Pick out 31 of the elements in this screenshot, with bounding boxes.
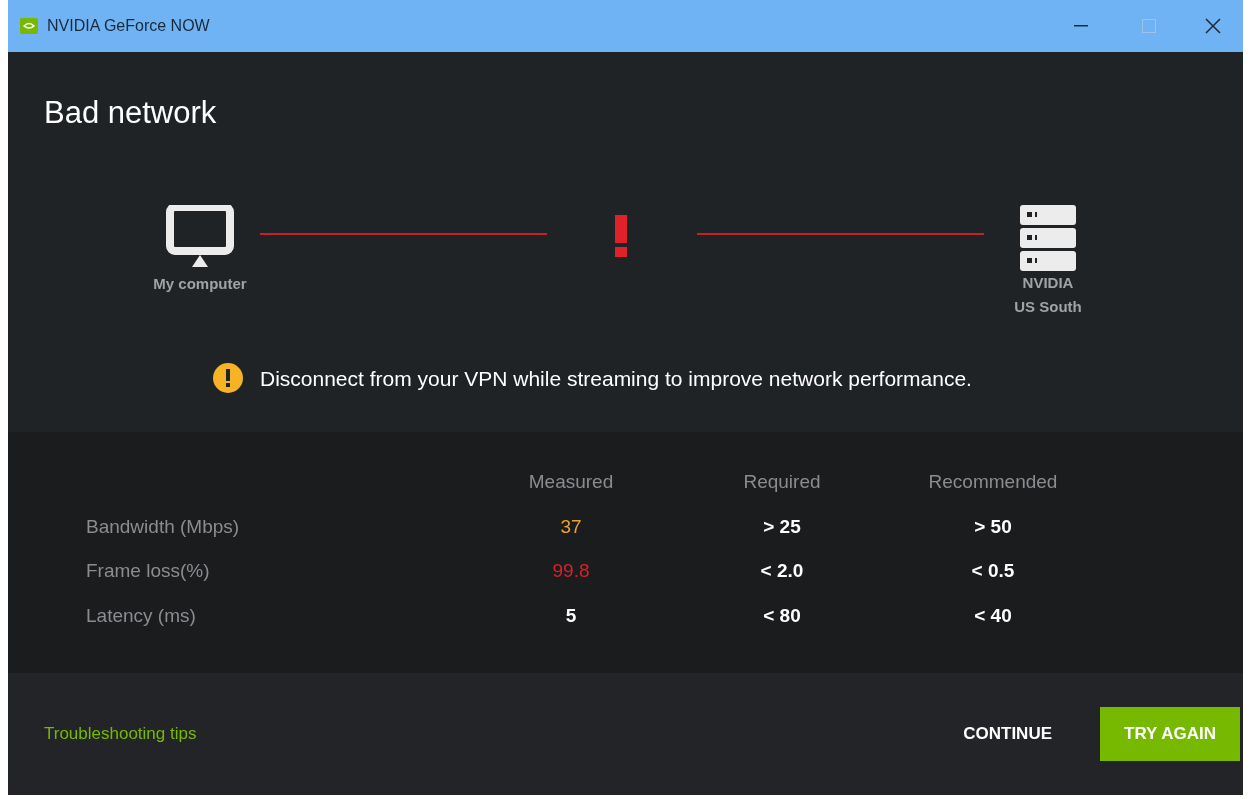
measured-value: 99.8 xyxy=(552,559,590,583)
server-icon xyxy=(1020,204,1076,271)
error-exclamation-icon xyxy=(615,214,627,257)
continue-button[interactable]: CONTINUE xyxy=(959,707,1056,761)
row-label: Bandwidth (Mbps) xyxy=(86,514,241,539)
server-label: NVIDIA xyxy=(1022,272,1074,293)
server-label: US South xyxy=(1014,296,1082,317)
window-title: NVIDIA GeForce NOW xyxy=(47,16,210,36)
client-label: My computer xyxy=(153,273,247,294)
page-heading: Bad network xyxy=(44,94,218,132)
row-label: Frame loss(%) xyxy=(86,559,211,583)
column-header: Required xyxy=(743,470,821,494)
measured-value: 37 xyxy=(560,514,582,539)
required-value: < 80 xyxy=(763,603,801,628)
column-header: Recommended xyxy=(928,470,1058,494)
row-label: Latency (ms) xyxy=(86,603,197,628)
maximize-icon xyxy=(1142,19,1156,33)
monitor-icon xyxy=(166,204,234,267)
measured-value: 5 xyxy=(565,603,577,628)
required-value: < 2.0 xyxy=(760,559,804,583)
recommended-value: > 50 xyxy=(974,514,1012,539)
troubleshooting-link[interactable]: Troubleshooting tips xyxy=(44,721,197,747)
required-value: > 25 xyxy=(763,514,801,539)
column-header: Measured xyxy=(528,470,614,494)
app-logo-icon xyxy=(20,18,38,34)
warning-icon xyxy=(213,363,243,394)
minimize-icon xyxy=(1074,25,1088,27)
close-icon xyxy=(1205,18,1221,34)
vpn-notice: Disconnect from your VPN while streaming to improve network performance. xyxy=(260,365,972,392)
recommended-value: < 0.5 xyxy=(971,559,1015,583)
recommended-value: < 40 xyxy=(974,603,1012,628)
